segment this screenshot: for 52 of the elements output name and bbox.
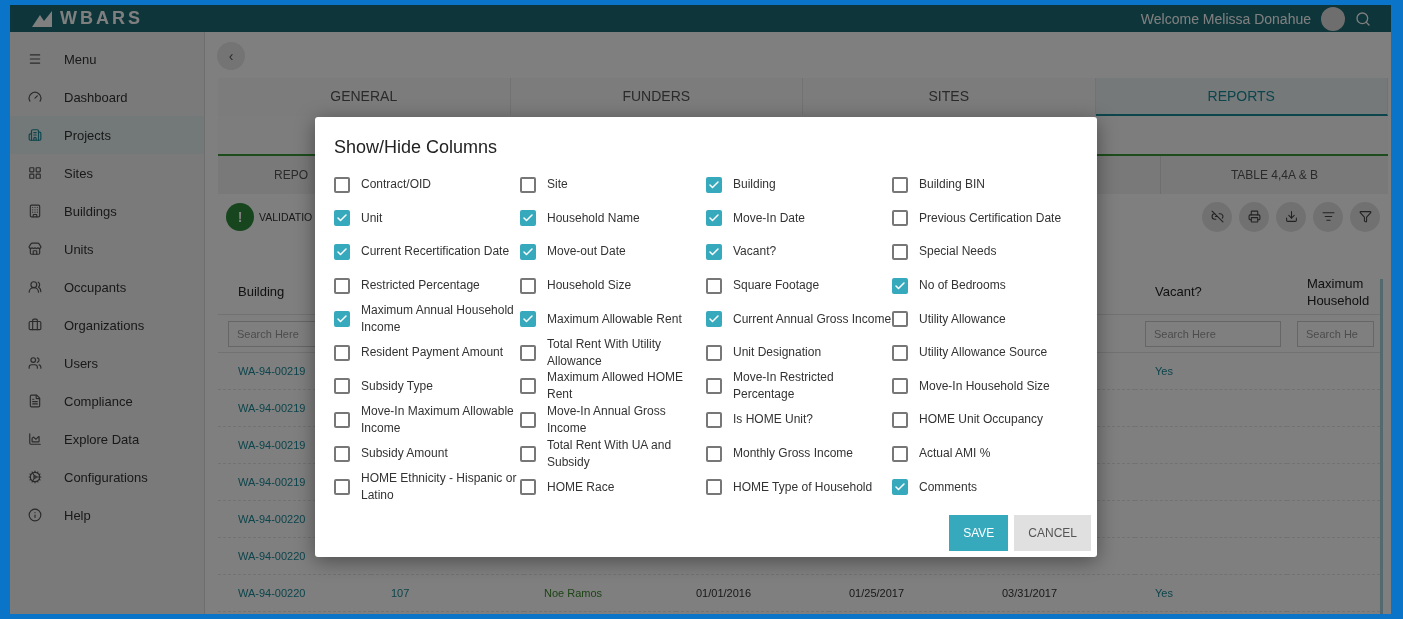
option-label: HOME Ethnicity - Hispanic or Latino: [361, 470, 518, 505]
option-label: Building BIN: [919, 176, 986, 194]
option-label: Move-In Maximum Allowable Income: [361, 402, 515, 437]
option-label: Building: [733, 176, 776, 194]
option-label: Unit Designation: [733, 344, 822, 362]
option-label: Square Footage: [733, 277, 820, 295]
option-label: Restricted Percentage: [361, 277, 480, 295]
option-label: Move-In Household Size: [919, 377, 1050, 395]
table-cell: 01/01/2016: [696, 587, 752, 599]
column-header: Building: [238, 283, 285, 300]
option-label: HOME Type of Household: [733, 478, 873, 496]
option-label: Comments: [919, 478, 977, 496]
option-label: Utility Allowance: [919, 310, 1006, 328]
option-label: Current Annual Gross Income: [733, 310, 892, 328]
option-label: Special Needs: [919, 243, 997, 261]
option-label: Maximum Allowed HOME Rent: [547, 369, 685, 404]
dialog-title: Show/Hide Columns: [334, 137, 499, 158]
option-label: Maximum Allowable Rent: [547, 310, 682, 328]
option-label: Move-In Annual Gross Income: [547, 402, 667, 437]
option-label: Move-In Restricted Percentage: [733, 369, 835, 404]
table-cell: Noe Ramos: [544, 587, 603, 599]
option-label: Unit: [361, 209, 383, 227]
table-cell: Yes: [1155, 587, 1173, 599]
option-label: Actual AMI %: [919, 445, 991, 463]
table-cell: 03/31/2017: [1002, 587, 1058, 599]
option-label: Utility Allowance Source: [919, 344, 1048, 362]
option-label: Contract/OID: [361, 176, 432, 194]
table-cell: Yes: [1155, 365, 1173, 377]
option-label: Move-In Date: [733, 209, 806, 227]
option-label: Site: [547, 176, 568, 194]
option-label: No of Bedrooms: [919, 277, 1006, 295]
option-label: Monthly Gross Income: [733, 445, 854, 463]
validation-label: VALIDATIO: [259, 210, 313, 223]
option-label: Resident Payment Amount: [361, 344, 504, 362]
option-label: Move-out Date: [547, 243, 626, 261]
welcome-text: Welcome Melissa Donahue: [1140, 10, 1311, 27]
option-label: Previous Certification Date: [919, 209, 1062, 227]
option-label: Household Size: [547, 277, 632, 295]
column-header: Maximum Household: [1307, 274, 1371, 309]
option-label: Vacant?: [733, 243, 777, 261]
option-label: Subsidy Amount: [361, 445, 448, 463]
option-label: Subsidy Type: [361, 377, 433, 395]
option-label: Is HOME Unit?: [733, 411, 813, 429]
column-header: Vacant?: [1155, 283, 1202, 300]
option-label: HOME Unit Occupancy: [919, 411, 1044, 429]
option-label: Total Rent With UA and Subsidy: [547, 436, 673, 471]
logo: WBARS: [32, 8, 143, 29]
option-label: HOME Race: [547, 478, 615, 496]
option-label: Household Name: [547, 209, 640, 227]
option-label: Total Rent With Utility Allowance: [547, 335, 663, 370]
option-label: Current Recertification Date: [361, 243, 510, 261]
table-cell: 01/25/2017: [849, 587, 905, 599]
